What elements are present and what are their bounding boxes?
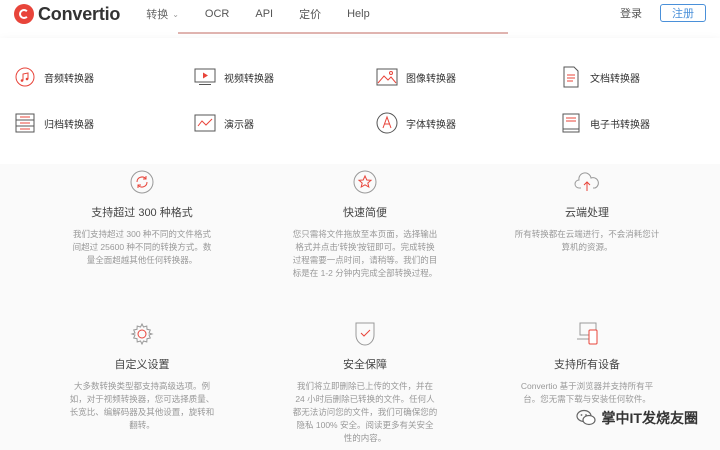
feature-desc-line: 您只需将文件拖放至本页面，选择输出 bbox=[292, 229, 438, 239]
feature-description: 我们将立即删除已上传的文件，并在 24 小时后删除已转换的文件。任何人 都无法访… bbox=[282, 380, 448, 445]
feature-description: 您只需将文件拖放至本页面，选择输出 格式并点击'转换'按钮即可。完成转换 过程需… bbox=[282, 228, 448, 280]
nav-help[interactable]: Help bbox=[347, 8, 370, 20]
feature-desc-line: 格式并点击'转换'按钮即可。完成转换 bbox=[295, 242, 435, 252]
menu-item-ebook-converter[interactable]: 电子书转换器 bbox=[560, 112, 650, 134]
feature-desc-line: 翻转。 bbox=[129, 420, 155, 430]
feature-title: 支持所有设备 bbox=[554, 359, 620, 371]
feature-desc-line: 大多数转换类型都支持高级选项。例 bbox=[73, 381, 210, 391]
feature-fast-easy: 快速简便 您只需将文件拖放至本页面，选择输出 格式并点击'转换'按钮即可。完成转… bbox=[282, 168, 448, 280]
feature-desc-line: 标是在 1-2 分钟内完成全部转换过程。 bbox=[292, 268, 438, 278]
logo-text: Convertio bbox=[38, 3, 121, 24]
watermark-text: 掌中IT发烧友圈 bbox=[601, 410, 698, 426]
feature-description: Convertio 基于浏览器并支持所有平 台。您无需下载与安装任何软件。 bbox=[504, 380, 670, 406]
menu-item-font-converter[interactable]: 字体转换器 bbox=[376, 112, 456, 134]
feature-title: 安全保障 bbox=[343, 359, 387, 371]
nav-api-label: API bbox=[255, 8, 274, 20]
feature-cloud: 云端处理 所有转换都在云端进行，不会消耗您计 算机的资源。 bbox=[504, 168, 670, 254]
menu-item-label: 归档转换器 bbox=[44, 119, 94, 131]
nav-api[interactable]: API bbox=[255, 8, 273, 20]
menu-item-label: 图像转换器 bbox=[406, 73, 456, 85]
menu-item-presentation-converter[interactable]: 演示器 bbox=[194, 112, 254, 134]
feature-desc-line: 间超过 25600 种不同的转换方式。数 bbox=[72, 242, 212, 252]
menu-item-archive-converter[interactable]: 归档转换器 bbox=[14, 112, 94, 134]
converter-dropdown-menu: 音频转换器 视频转换器 图像转换器 文档转换器 归档转换器 演示器 字体转换器 … bbox=[0, 38, 720, 164]
nav-ocr-label: OCR bbox=[204, 8, 230, 20]
ebook-icon bbox=[560, 112, 582, 134]
register-button[interactable]: 注册 bbox=[660, 4, 706, 22]
top-header: Convertio 转换 ⌄ OCR API 定价 Help 登录 注册 bbox=[0, 0, 720, 28]
menu-item-label: 字体转换器 bbox=[406, 119, 456, 131]
feature-desc-line: 台。您无需下载与安装任何软件。 bbox=[523, 394, 651, 404]
feature-custom-settings: 自定义设置 大多数转换类型都支持高级选项。例 如，对于视频转换器，您可选择质量、… bbox=[62, 320, 222, 432]
feature-title: 云端处理 bbox=[565, 207, 609, 219]
nav-convert[interactable]: 转换 ⌄ bbox=[146, 6, 179, 22]
account-nav: 登录 注册 bbox=[620, 4, 706, 22]
feature-desc-line: 都无法访问您的文件，我们可确保您的 bbox=[292, 407, 438, 417]
feature-formats: 支持超过 300 种格式 我们支持超过 300 种不同的文件格式 间超过 256… bbox=[62, 168, 222, 267]
shield-check-icon bbox=[351, 320, 379, 348]
feature-desc-line: 性的内容。 bbox=[343, 433, 387, 443]
wechat-icon bbox=[575, 409, 596, 426]
feature-title: 快速简便 bbox=[343, 207, 387, 219]
menu-item-label: 音频转换器 bbox=[44, 73, 94, 85]
menu-item-document-converter[interactable]: 文档转换器 bbox=[560, 66, 640, 88]
font-icon bbox=[376, 112, 398, 134]
menu-item-label: 演示器 bbox=[224, 119, 254, 131]
devices-icon bbox=[573, 320, 601, 348]
feature-desc-line: 算机的资源。 bbox=[561, 242, 613, 252]
feature-desc-line: 所有转换都在云端进行，不会消耗您计 bbox=[514, 229, 660, 239]
document-icon bbox=[560, 66, 582, 88]
main-nav: 转换 ⌄ OCR API 定价 Help bbox=[146, 6, 396, 22]
features-section: 支持超过 300 种格式 我们支持超过 300 种不同的文件格式 间超过 256… bbox=[0, 164, 720, 450]
music-note-icon bbox=[14, 66, 36, 88]
menu-item-audio-converter[interactable]: 音频转换器 bbox=[14, 66, 94, 88]
feature-desc-line: 长宽比、编解码器及其他设置，旋转和 bbox=[69, 407, 215, 417]
cloud-upload-icon bbox=[573, 168, 601, 196]
feature-description: 我们支持超过 300 种不同的文件格式 间超过 25600 种不同的转换方式。数… bbox=[62, 228, 222, 267]
feature-desc-line: 24 小时后删除已转换的文件。任何人 bbox=[295, 394, 435, 404]
nav-help-label: Help bbox=[347, 8, 370, 20]
gear-icon bbox=[128, 320, 156, 348]
star-icon bbox=[351, 168, 379, 196]
nav-ocr[interactable]: OCR bbox=[205, 8, 229, 20]
video-play-icon bbox=[194, 66, 216, 88]
feature-desc-line: 我们将立即删除已上传的文件，并在 bbox=[296, 381, 433, 391]
chevron-down-icon: ⌄ bbox=[172, 9, 179, 19]
menu-item-label: 文档转换器 bbox=[590, 73, 640, 85]
feature-desc-line: 量全面超越其他任何转换器。 bbox=[86, 255, 198, 265]
nav-pricing[interactable]: 定价 bbox=[299, 6, 321, 22]
image-icon bbox=[376, 66, 398, 88]
login-link[interactable]: 登录 bbox=[620, 5, 642, 21]
menu-item-label: 电子书转换器 bbox=[590, 119, 650, 131]
feature-title: 支持超过 300 种格式 bbox=[91, 207, 193, 219]
refresh-icon bbox=[128, 168, 156, 196]
nav-convert-label: 转换 bbox=[146, 9, 169, 21]
archive-icon bbox=[14, 112, 36, 134]
feature-description: 大多数转换类型都支持高级选项。例 如，对于视频转换器，您可选择质量、 长宽比、编… bbox=[62, 380, 222, 432]
watermark: 掌中IT发烧友圈 bbox=[575, 408, 698, 428]
feature-desc-line: Convertio 基于浏览器并支持所有平 bbox=[520, 381, 654, 391]
feature-desc-line: 隐私 100% 安全。阅读更多有关安全 bbox=[296, 420, 434, 430]
convertio-logo-icon bbox=[14, 4, 34, 24]
presentation-icon bbox=[194, 112, 216, 134]
feature-desc-line: 如，对于视频转换器，您可选择质量、 bbox=[69, 394, 215, 404]
nav-underline-divider bbox=[178, 32, 508, 34]
menu-item-label: 视频转换器 bbox=[224, 73, 274, 85]
nav-pricing-label: 定价 bbox=[299, 9, 322, 21]
feature-title: 自定义设置 bbox=[114, 359, 170, 371]
feature-desc-line: 过程需要一点时间，请稍等。我们的目 bbox=[292, 255, 438, 265]
feature-desc-line: 我们支持超过 300 种不同的文件格式 bbox=[73, 229, 211, 239]
logo[interactable]: Convertio bbox=[14, 4, 120, 25]
feature-security: 安全保障 我们将立即删除已上传的文件，并在 24 小时后删除已转换的文件。任何人… bbox=[282, 320, 448, 445]
feature-all-devices: 支持所有设备 Convertio 基于浏览器并支持所有平 台。您无需下载与安装任… bbox=[504, 320, 670, 406]
menu-item-video-converter[interactable]: 视频转换器 bbox=[194, 66, 274, 88]
menu-item-image-converter[interactable]: 图像转换器 bbox=[376, 66, 456, 88]
feature-description: 所有转换都在云端进行，不会消耗您计 算机的资源。 bbox=[504, 228, 670, 254]
